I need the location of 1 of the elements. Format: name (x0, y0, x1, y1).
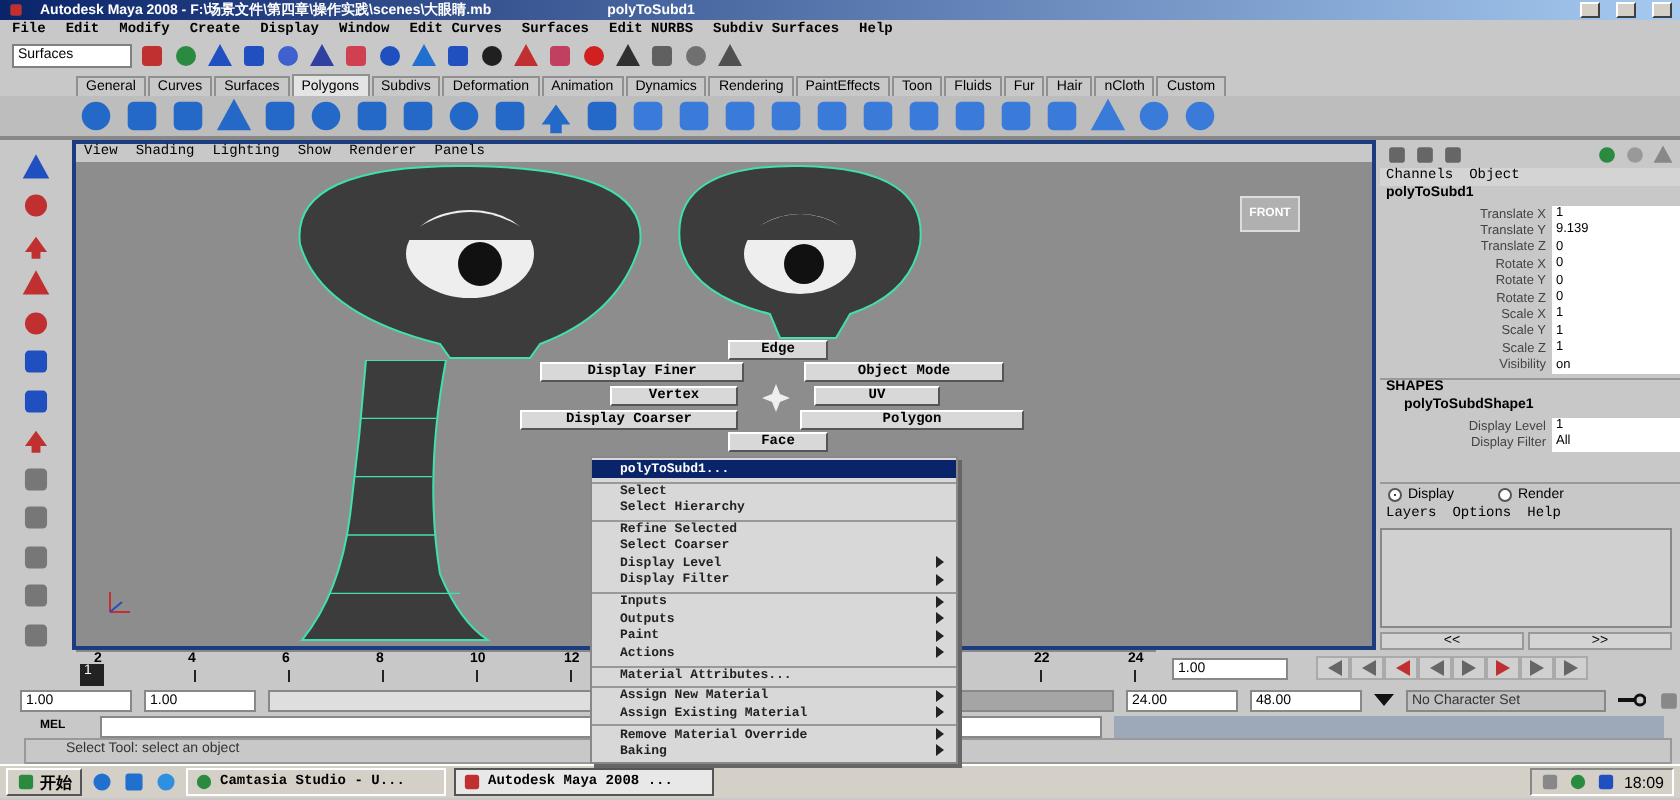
clock: 18:09 (1623, 773, 1664, 791)
